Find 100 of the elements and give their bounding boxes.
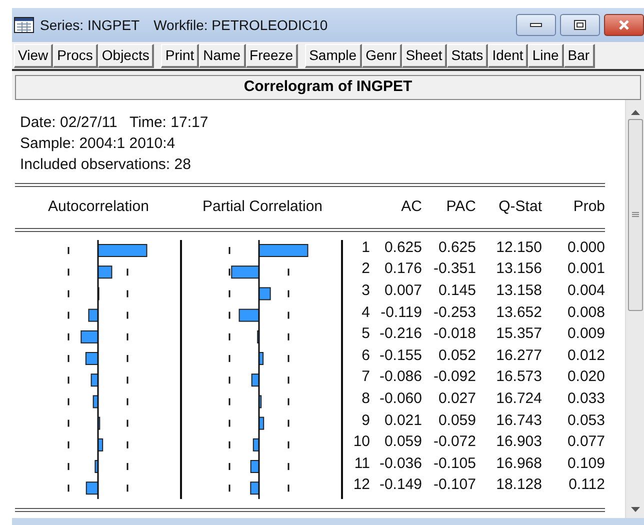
grip-icon (632, 212, 638, 218)
pac-cell: -0.351 (433, 260, 476, 278)
pac-cell: -0.072 (433, 433, 476, 452)
q-stat-cell: 16.968 (496, 454, 542, 473)
q-stat-cell: 16.277 (496, 346, 542, 365)
correlation-bar (258, 287, 271, 300)
workfile-name: Workfile: PETROLEODIC10 (154, 16, 328, 34)
scroll-up-icon[interactable] (630, 110, 640, 115)
q-stat-cell: 13.156 (496, 260, 542, 278)
correlation-bar (98, 266, 112, 279)
column-header: Partial Correlation (202, 197, 323, 218)
toolbar-button[interactable]: Name (199, 44, 246, 68)
toolbar-button[interactable]: Procs (53, 44, 98, 68)
minimize-button[interactable] (516, 14, 556, 36)
toolbar-button[interactable]: Bar (564, 44, 595, 68)
correlation-bar (98, 416, 100, 430)
correlation-bar (258, 244, 308, 257)
prob-cell: 0.004 (567, 282, 605, 300)
scroll-down-icon[interactable] (630, 507, 640, 512)
prob-cell: 0.020 (567, 368, 605, 386)
correlation-bar (98, 438, 104, 452)
q-stat-cell: 13.652 (496, 304, 542, 322)
prob-cell: 0.033 (567, 390, 605, 408)
correlation-bar (85, 352, 98, 365)
close-icon (618, 20, 630, 30)
correlation-bar (238, 308, 260, 322)
lag-cell: 4 (362, 304, 370, 322)
pac-cell: -0.018 (433, 325, 476, 344)
toolbar-button[interactable]: Sample (305, 44, 362, 68)
scroll-thumb[interactable] (628, 119, 642, 311)
ac-cell: -0.149 (379, 476, 422, 494)
ac-cell: 0.007 (384, 282, 422, 300)
ac-cell: 0.059 (384, 433, 422, 452)
column-header: Q-Stat (498, 197, 542, 218)
correlation-bar (98, 244, 148, 257)
window-title: Series: INGPET (40, 16, 140, 34)
correlation-bar (88, 308, 98, 322)
correlation-bar (252, 438, 260, 452)
q-stat-cell: 18.128 (496, 476, 542, 494)
toolbar-button[interactable]: Freeze (246, 44, 298, 68)
lag-cell: 11 (354, 454, 370, 473)
prob-cell: 0.000 (567, 238, 605, 257)
column-header: PAC (446, 197, 476, 218)
ac-cell: -0.086 (379, 368, 422, 386)
prob-cell: 0.008 (567, 304, 605, 322)
q-stat-cell: 16.573 (496, 368, 542, 386)
lag-cell: 12 (353, 476, 370, 494)
q-stat-cell: 16.743 (496, 412, 542, 430)
lag-cell: 2 (362, 260, 370, 278)
scrollbar[interactable] (625, 100, 644, 518)
maximize-button[interactable] (560, 14, 600, 36)
column-header: Autocorrelation (48, 197, 149, 218)
toolbar-button[interactable]: Sheet (402, 44, 448, 68)
info-line: Date: 02/27/11 Time: 17:17 (20, 113, 208, 133)
correlation-bar (258, 352, 264, 365)
ac-cell: -0.119 (380, 304, 422, 322)
lag-cell: 1 (362, 238, 370, 257)
ac-cell: 0.625 (384, 238, 422, 257)
correlation-bar (92, 395, 98, 408)
pac-cell: 0.625 (438, 238, 476, 257)
correlation-bar (250, 460, 260, 473)
toolbar-button[interactable]: Ident (488, 44, 528, 68)
toolbar-button[interactable]: Print (161, 44, 200, 68)
correlation-bar (231, 266, 260, 279)
pac-cell: -0.107 (433, 476, 476, 494)
prob-cell: 0.112 (568, 476, 605, 494)
toolbar-button[interactable]: View (14, 44, 54, 68)
lag-cell: 10 (353, 433, 370, 452)
output-heading: Correlogram of INGPET (15, 75, 641, 100)
window-icon (14, 17, 34, 33)
correlation-bar (94, 460, 98, 473)
q-stat-cell: 12.150 (496, 238, 542, 257)
q-stat-cell: 16.903 (496, 433, 542, 452)
lag-cell: 8 (362, 390, 370, 408)
pac-cell: -0.092 (433, 368, 476, 386)
prob-cell: 0.009 (567, 325, 605, 344)
ac-cell: 0.021 (384, 412, 422, 430)
column-header: AC (401, 197, 422, 218)
minimize-icon (530, 22, 542, 28)
toolbar-button[interactable]: Stats (447, 44, 488, 68)
lag-cell: 7 (362, 368, 370, 386)
q-stat-cell: 15.357 (496, 325, 542, 344)
correlation-bar (90, 374, 98, 387)
close-button[interactable] (604, 14, 644, 36)
ac-cell: 0.176 (384, 260, 422, 278)
correlation-bar (80, 330, 98, 344)
maximize-icon (574, 20, 586, 30)
pac-cell: 0.027 (438, 390, 476, 408)
toolbar-button[interactable]: Line (528, 44, 564, 68)
toolbar-button[interactable]: Genr (362, 44, 402, 68)
prob-cell: 0.109 (567, 454, 605, 473)
toolbar-button[interactable]: Objects (98, 44, 154, 68)
lag-cell: 3 (362, 282, 370, 300)
prob-cell: 0.001 (567, 260, 605, 278)
ac-cell: -0.060 (379, 390, 422, 408)
ac-cell: -0.155 (379, 346, 422, 365)
info-line: Included observations: 28 (20, 155, 191, 175)
lag-cell: 5 (362, 325, 370, 344)
q-stat-cell: 13.158 (496, 282, 542, 300)
column-header: Prob (573, 197, 605, 218)
